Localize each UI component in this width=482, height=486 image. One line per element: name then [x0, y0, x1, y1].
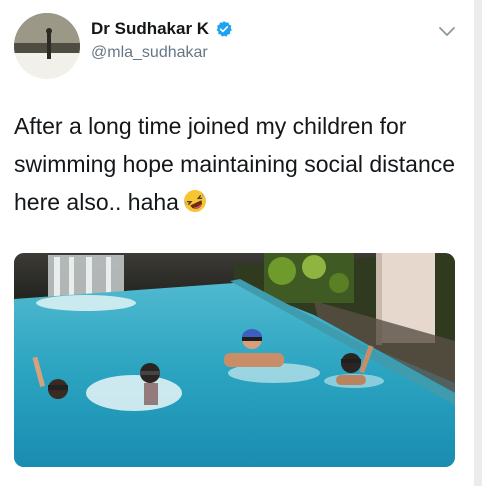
tweet-text-content: After a long time joined my children for… — [14, 113, 456, 215]
display-name[interactable]: Dr Sudhakar K — [91, 19, 209, 39]
page-edge — [474, 0, 482, 486]
tweet-text: After a long time joined my children for… — [14, 107, 464, 221]
verified-badge-icon — [216, 21, 232, 37]
chevron-down-icon[interactable] — [438, 26, 456, 38]
avatar[interactable] — [14, 13, 80, 79]
author-handle[interactable]: @mla_sudhakar — [91, 44, 208, 62]
author-name-row[interactable]: Dr Sudhakar K — [91, 17, 233, 41]
swimming-pool-photo[interactable] — [14, 253, 455, 467]
tweet-card: Dr Sudhakar K @mla_sudhakar After a long… — [0, 0, 474, 486]
rolling-on-the-floor-laughing-emoji — [183, 190, 206, 212]
